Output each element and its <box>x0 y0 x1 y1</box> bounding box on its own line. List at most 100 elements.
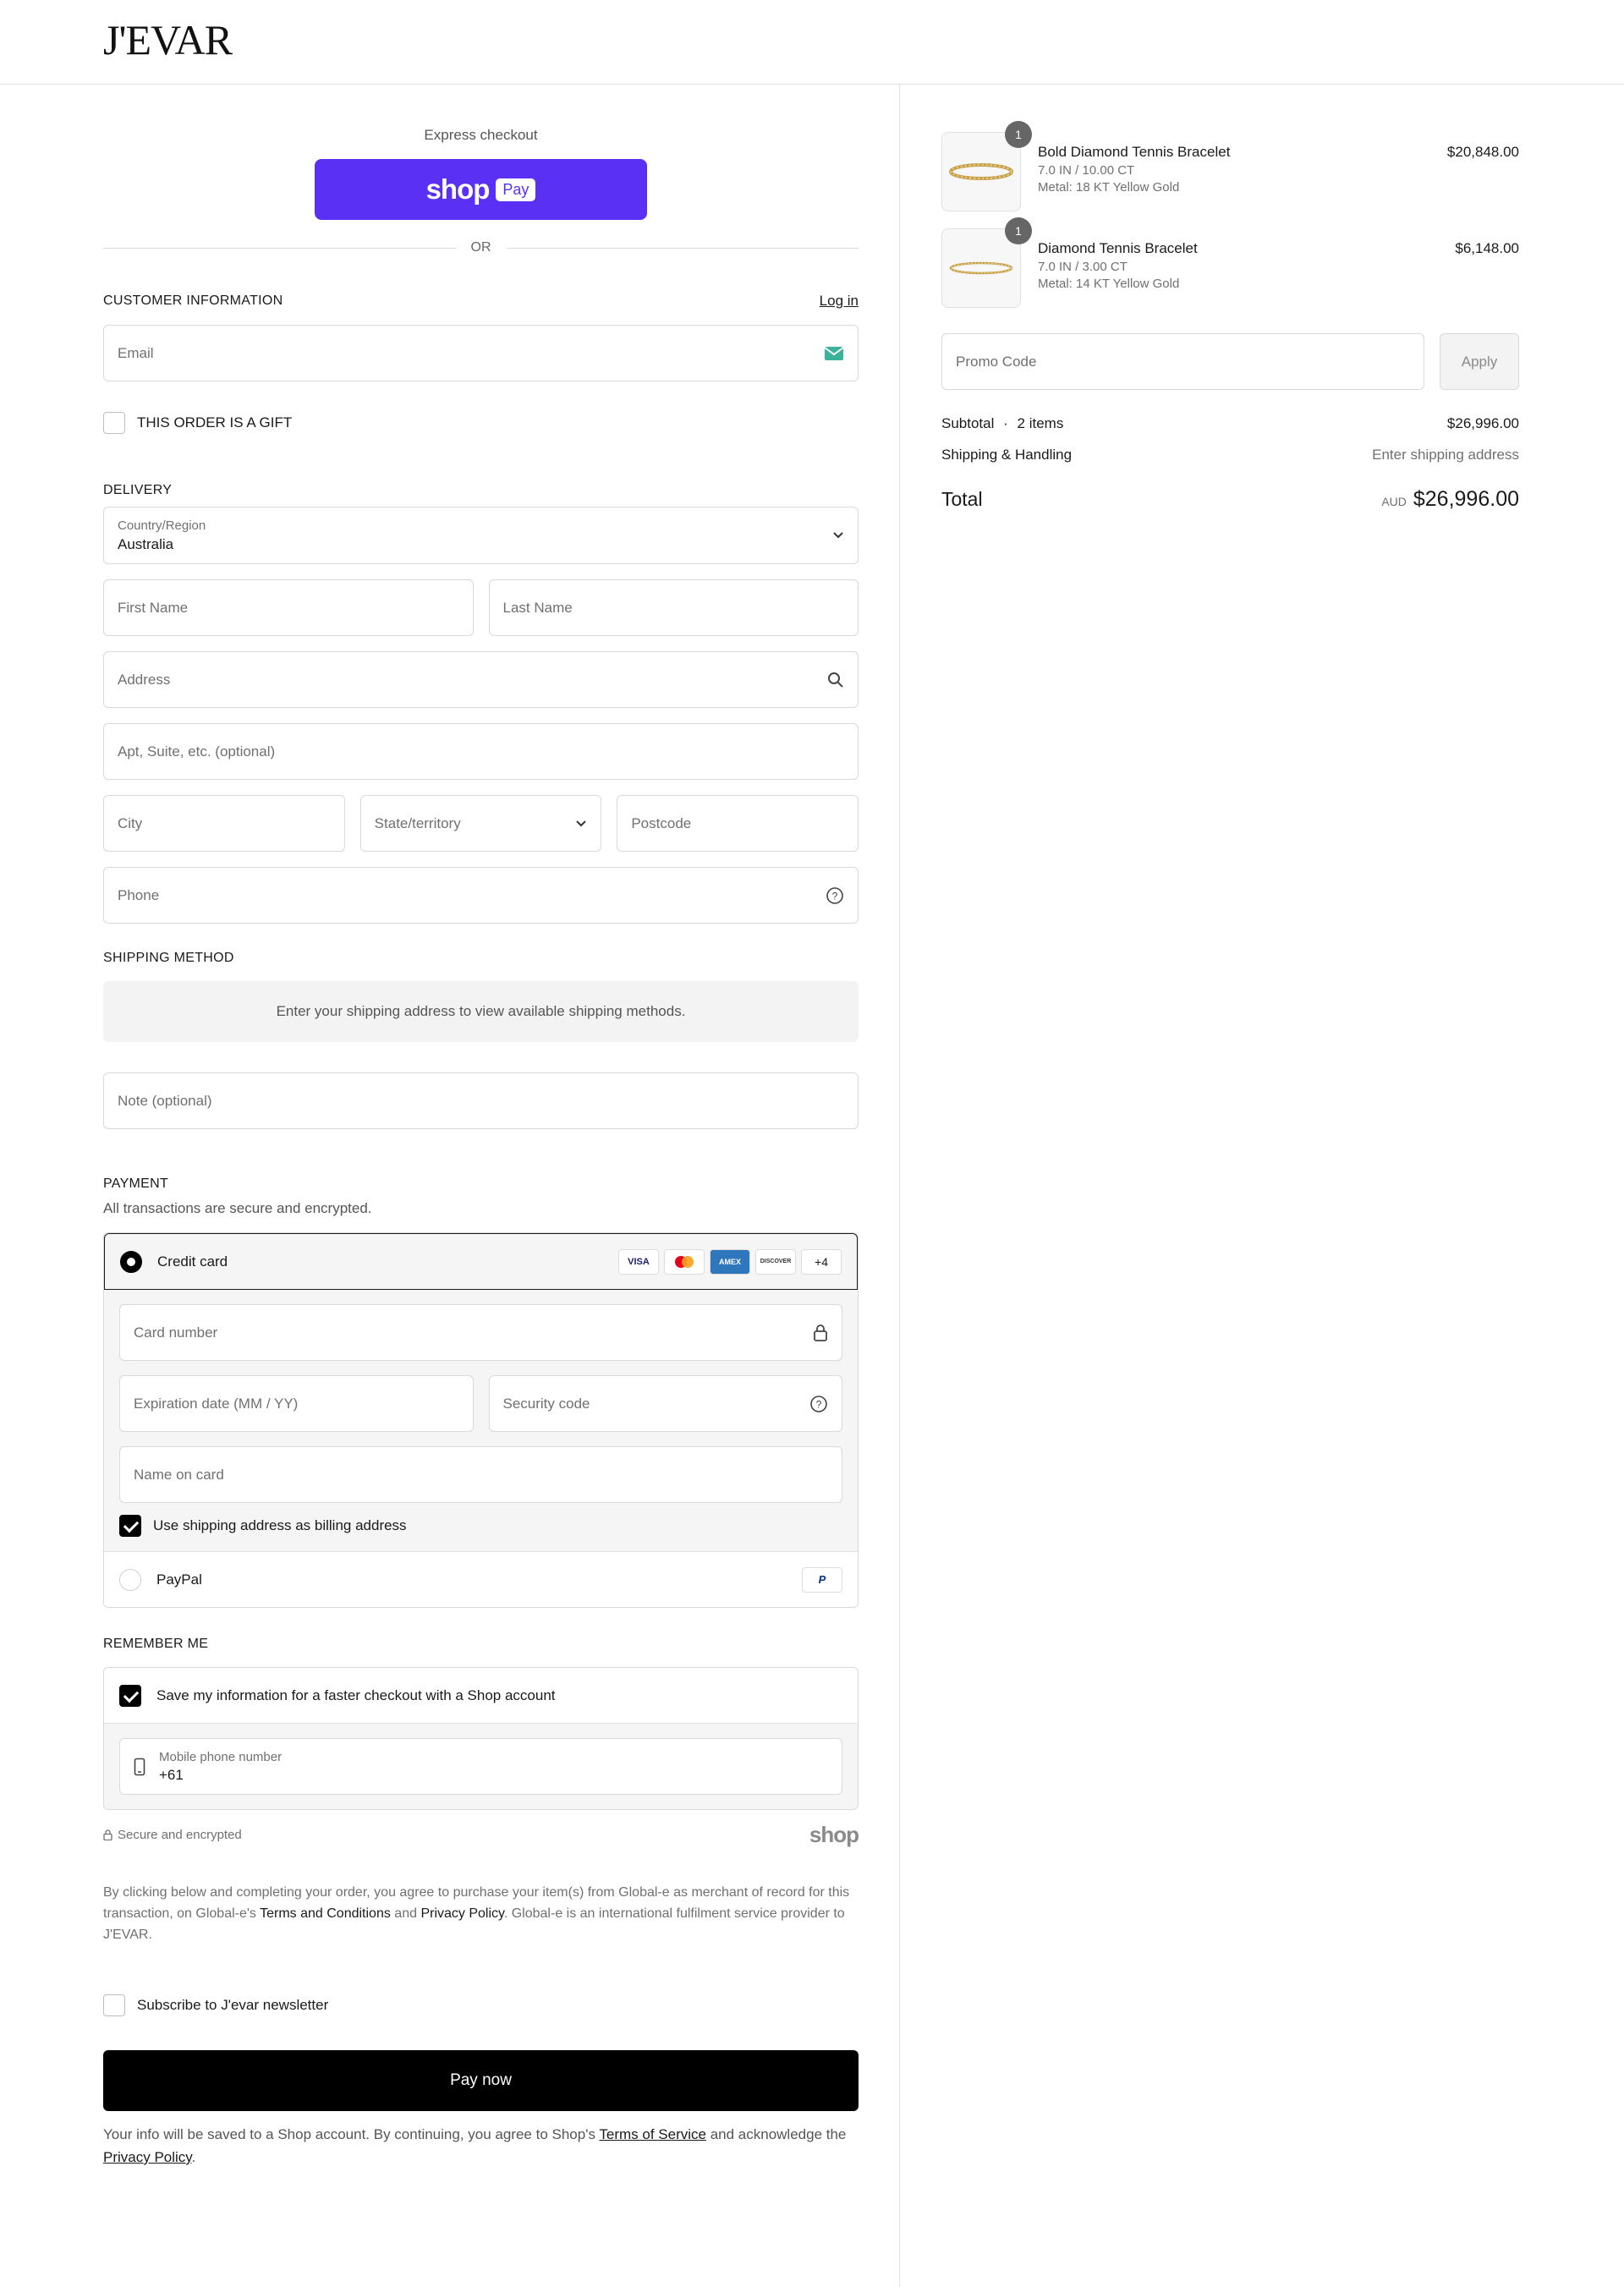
shop-note-part3: . <box>191 2149 196 2165</box>
billing-same-label: Use shipping address as billing address <box>153 1517 407 1533</box>
postcode-field[interactable]: Postcode <box>617 795 859 852</box>
item-size: 7.0 IN / 10.00 CT <box>1038 163 1135 178</box>
payment-methods: Credit card VISA AMEX DISCOVER +4 Card n… <box>103 1232 859 1608</box>
privacy-policy-link[interactable]: Privacy Policy <box>420 1906 503 1921</box>
first-name-field[interactable]: First Name <box>103 579 474 636</box>
save-info-label: Save my information for a faster checkou… <box>156 1686 556 1703</box>
expiry-security-row: Expiration date (MM / YY) Security code … <box>119 1375 842 1446</box>
quantity-badge: 1 <box>1005 217 1032 244</box>
item-metal: Metal: 14 KT Yellow Gold <box>1038 277 1180 291</box>
search-icon <box>828 672 843 688</box>
credit-card-option[interactable]: Credit card VISA AMEX DISCOVER +4 <box>104 1233 858 1290</box>
item-price: $6,148.00 <box>1455 240 1519 256</box>
shipping-method-title: SHIPPING METHOD <box>103 951 234 965</box>
shipping-row: Shipping & Handling Enter shipping addre… <box>941 447 1519 463</box>
last-name-field[interactable]: Last Name <box>488 579 859 636</box>
note-placeholder: Note (optional) <box>118 1092 212 1109</box>
mobile-phone-icon <box>134 1758 145 1775</box>
item-size: 7.0 IN / 3.00 CT <box>1038 260 1127 274</box>
item-name: Bold Diamond Tennis Bracelet <box>1038 144 1231 160</box>
shop-pay-button[interactable]: shop Pay <box>315 159 647 220</box>
chevron-down-icon <box>576 820 587 826</box>
city-row: City State/territory Postcode <box>103 795 859 852</box>
apply-button[interactable]: Apply <box>1440 333 1519 390</box>
item-price: $20,848.00 <box>1446 144 1519 160</box>
billing-same-checkbox[interactable] <box>119 1515 141 1537</box>
card-number-placeholder: Card number <box>134 1324 218 1341</box>
remember-me-title: REMEMBER ME <box>103 1637 209 1651</box>
login-link[interactable]: Log in <box>820 293 859 310</box>
quantity-badge: 1 <box>1005 121 1032 148</box>
terms-conditions-link[interactable]: Terms and Conditions <box>260 1906 391 1921</box>
apt-placeholder: Apt, Suite, etc. (optional) <box>118 743 276 760</box>
subtotal-value: $26,996.00 <box>1446 415 1519 431</box>
header: J'EVAR <box>0 0 1624 85</box>
city-field[interactable]: City <box>103 795 345 852</box>
pay-now-button[interactable]: Pay now <box>103 2050 859 2111</box>
mobile-phone-field[interactable]: Mobile phone number +61 <box>119 1738 842 1795</box>
promo-code-field[interactable]: Promo Code <box>941 333 1424 390</box>
save-info-row[interactable]: Save my information for a faster checkou… <box>104 1668 858 1723</box>
total-label: Total <box>941 488 983 510</box>
product-thumbnail: 1 <box>941 217 1032 308</box>
lock-icon <box>814 1324 827 1341</box>
paypal-icon: P <box>802 1566 842 1593</box>
total-value: $26,996.00 <box>1413 487 1519 511</box>
gift-checkbox[interactable] <box>103 412 125 434</box>
or-label: OR <box>470 240 491 255</box>
amex-icon: AMEX <box>710 1248 750 1275</box>
name-row: First Name Last Name <box>103 579 859 636</box>
total-row: Total AUD $26,996.00 <box>941 487 1519 512</box>
paypal-label: PayPal <box>156 1571 202 1588</box>
name-on-card-placeholder: Name on card <box>134 1466 224 1483</box>
card-brands: VISA AMEX DISCOVER +4 <box>618 1248 842 1275</box>
chevron-down-icon <box>833 532 843 539</box>
billing-same-row[interactable]: Use shipping address as billing address <box>119 1515 842 1551</box>
gift-label: THIS ORDER IS A GIFT <box>137 414 293 431</box>
item-metal: Metal: 18 KT Yellow Gold <box>1038 180 1180 195</box>
bracelet-image <box>949 163 1013 180</box>
paypal-option[interactable]: PayPal P <box>104 1551 858 1607</box>
save-info-checkbox[interactable] <box>119 1684 141 1707</box>
order-summary: 1 Bold Diamond Tennis Bracelet 7.0 IN / … <box>941 85 1519 512</box>
last-name-placeholder: Last Name <box>502 599 573 616</box>
shop-privacy-policy-link[interactable]: Privacy Policy <box>103 2149 192 2165</box>
card-number-field[interactable]: Card number <box>119 1304 842 1361</box>
phone-field[interactable]: Phone ? <box>103 867 859 924</box>
help-icon[interactable]: ? <box>809 1395 828 1413</box>
paypal-radio[interactable] <box>119 1568 141 1591</box>
mastercard-icon <box>664 1248 705 1275</box>
first-name-placeholder: First Name <box>118 599 189 616</box>
customer-info-header: CUSTOMER INFORMATION Log in <box>103 293 859 310</box>
svg-text:?: ? <box>832 890 838 902</box>
note-field[interactable]: Note (optional) <box>103 1072 859 1129</box>
help-icon[interactable]: ? <box>826 886 844 905</box>
city-placeholder: City <box>118 814 143 831</box>
apt-field[interactable]: Apt, Suite, etc. (optional) <box>103 723 859 780</box>
gift-checkbox-row[interactable]: THIS ORDER IS A GIFT <box>103 412 859 434</box>
express-checkout-label: Express checkout <box>424 127 538 143</box>
secure-row: Secure and encrypted shop <box>103 1822 859 1848</box>
discover-icon: DISCOVER <box>755 1248 796 1275</box>
newsletter-checkbox[interactable] <box>103 1994 125 2016</box>
security-code-field[interactable]: Security code ? <box>488 1375 842 1432</box>
column-divider <box>899 85 900 2287</box>
state-select[interactable]: State/territory <box>359 795 602 852</box>
credit-card-radio[interactable] <box>120 1250 142 1273</box>
newsletter-row[interactable]: Subscribe to J'evar newsletter <box>103 1994 859 2016</box>
email-field[interactable]: Email <box>103 325 859 381</box>
subtotal-row: Subtotal · 2 items $26,996.00 <box>941 415 1519 431</box>
delivery-title: DELIVERY <box>103 483 173 497</box>
address-field[interactable]: Address <box>103 651 859 708</box>
country-select[interactable]: Country/Region Australia <box>103 507 859 564</box>
name-on-card-field[interactable]: Name on card <box>119 1446 842 1503</box>
expiration-placeholder: Expiration date (MM / YY) <box>134 1395 299 1412</box>
logo[interactable]: J'EVAR <box>103 15 233 64</box>
shipping-method-message: Enter your shipping address to view avai… <box>103 981 859 1042</box>
shop-account-note: Your info will be saved to a Shop accoun… <box>103 2123 859 2169</box>
remember-phone-section: Mobile phone number +61 <box>104 1723 858 1809</box>
terms-of-service-link[interactable]: Terms of Service <box>599 2126 706 2142</box>
expiration-field[interactable]: Expiration date (MM / YY) <box>119 1375 474 1432</box>
remember-me-box: Save my information for a faster checkou… <box>103 1667 859 1810</box>
cart-item: 1 Bold Diamond Tennis Bracelet 7.0 IN / … <box>941 121 1519 211</box>
